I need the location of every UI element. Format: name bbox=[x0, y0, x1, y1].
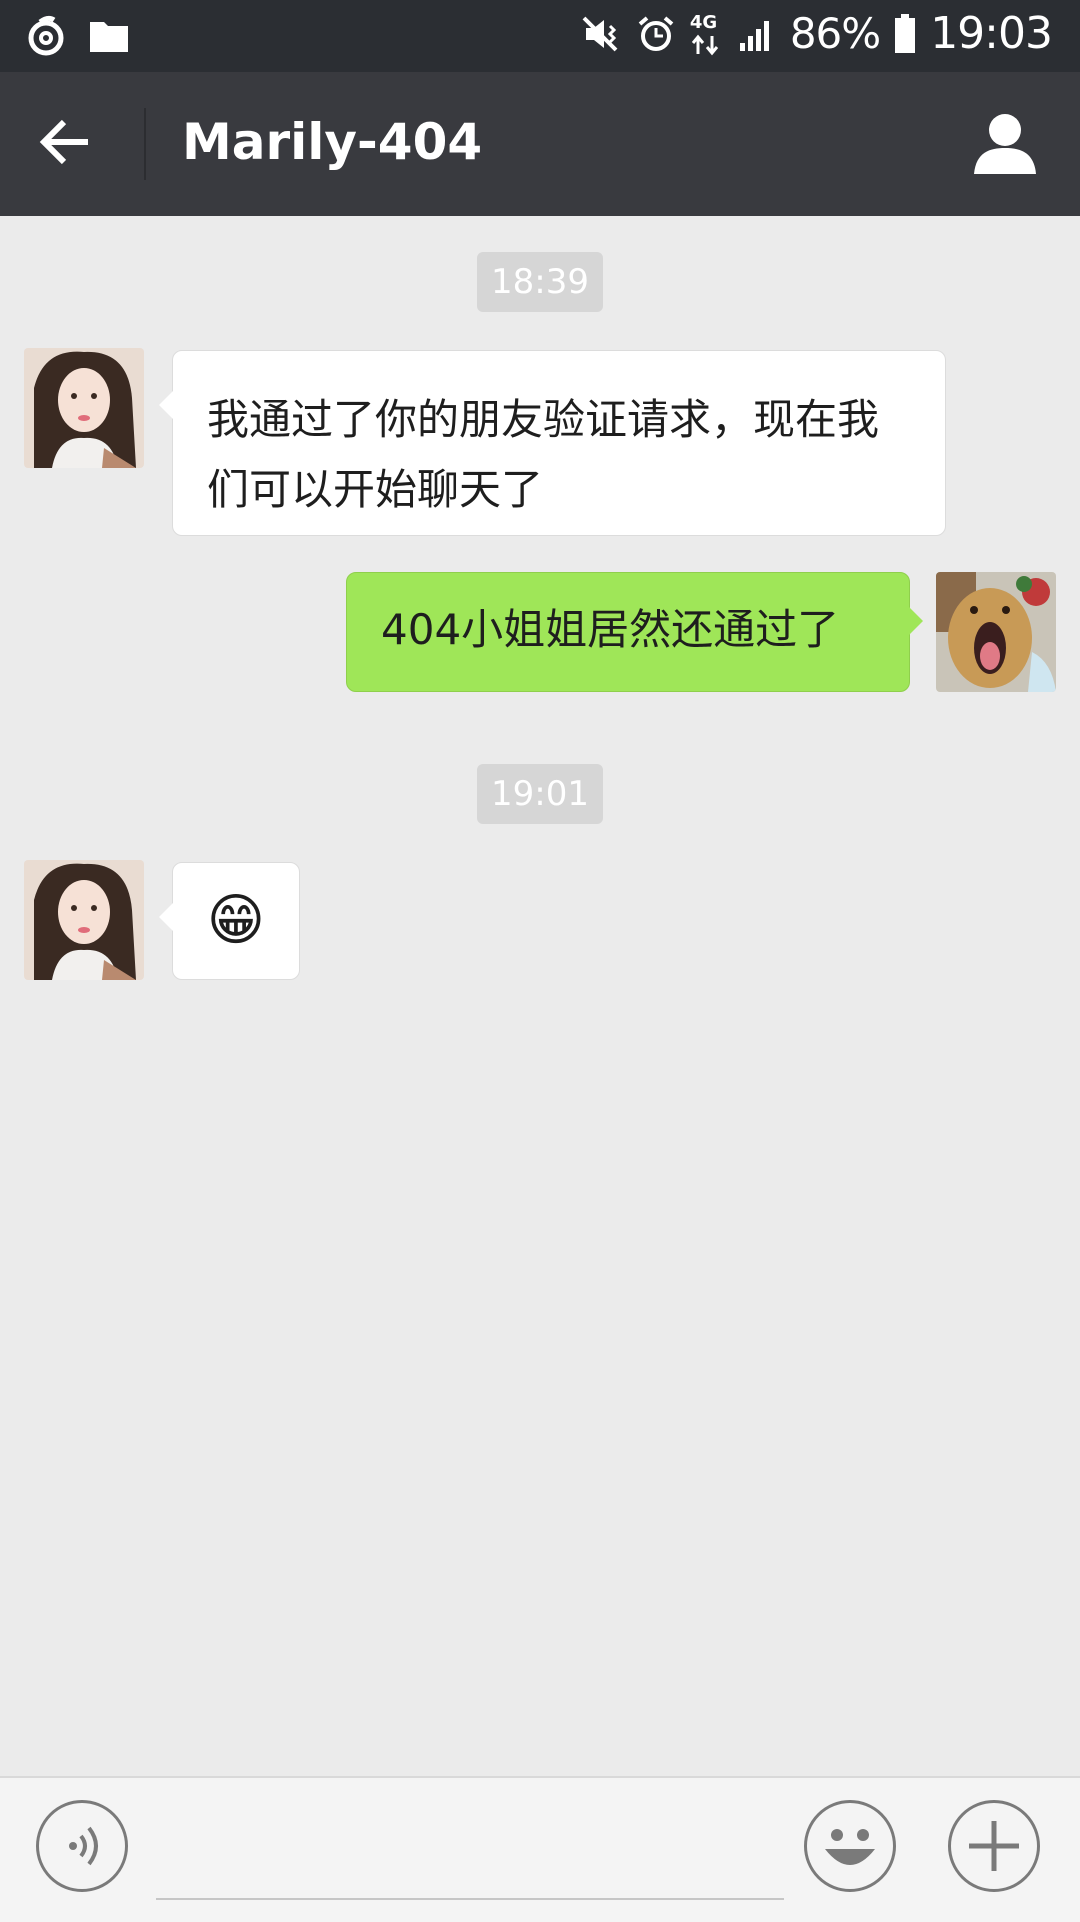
header-divider bbox=[144, 108, 146, 180]
emoji-button[interactable] bbox=[804, 1800, 896, 1892]
message-text: 404小姐姐居然还通过了 bbox=[381, 605, 840, 654]
message-input[interactable] bbox=[156, 1808, 784, 1900]
message-bubble-outgoing[interactable]: 404小姐姐居然还通过了 bbox=[346, 572, 923, 692]
plus-icon bbox=[969, 1821, 1019, 1871]
netease-music-icon bbox=[28, 15, 64, 56]
chat-header: Marily-404 bbox=[0, 72, 1080, 216]
back-button[interactable] bbox=[36, 112, 108, 176]
vibrate-mute-icon bbox=[582, 16, 618, 51]
person-icon bbox=[974, 114, 1036, 174]
chat-title: Marily-404 bbox=[182, 113, 483, 171]
chat-info-button[interactable] bbox=[970, 108, 1042, 180]
signal-icon bbox=[739, 20, 769, 51]
voice-button[interactable] bbox=[36, 1800, 128, 1892]
status-time: 19:03 bbox=[930, 8, 1053, 59]
battery-percent: 86% bbox=[789, 9, 881, 58]
alarm-icon bbox=[638, 15, 674, 51]
4g-data-icon: 4G bbox=[690, 12, 724, 56]
message-bubble-incoming[interactable]: 😁 bbox=[159, 862, 300, 980]
message-text: 我通过了你的朋友验证请求，现在我们可以开始聊天了 bbox=[207, 395, 880, 514]
message-bubble-incoming[interactable]: 我通过了你的朋友验证请求，现在我们可以开始聊天了 bbox=[159, 350, 946, 536]
my-avatar[interactable] bbox=[936, 572, 1056, 692]
more-button[interactable] bbox=[948, 1800, 1040, 1892]
back-arrow-icon bbox=[39, 119, 88, 165]
contact-avatar[interactable] bbox=[24, 348, 144, 468]
folder-icon bbox=[90, 22, 128, 52]
status-bar: 4G 86% 19:03 bbox=[0, 0, 1080, 72]
timestamp: 18:39 bbox=[477, 252, 603, 312]
contact-avatar[interactable] bbox=[24, 860, 144, 980]
grin-emoji: 😁 bbox=[206, 888, 266, 953]
timestamp: 19:01 bbox=[477, 764, 603, 824]
battery-icon bbox=[895, 13, 916, 53]
emoji-icon bbox=[825, 1829, 875, 1865]
voice-icon bbox=[69, 1826, 98, 1866]
input-bar bbox=[0, 1776, 1080, 1922]
